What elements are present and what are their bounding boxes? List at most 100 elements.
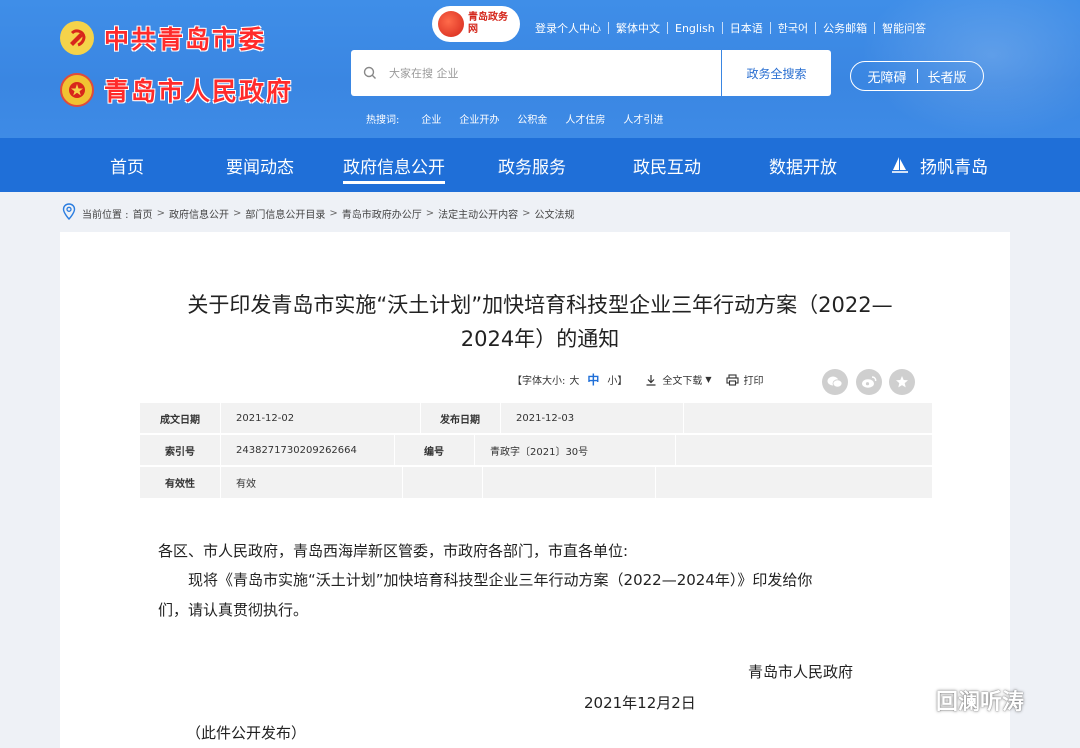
body-paragraph: 现将《青岛市实施“沃土计划”加快培育科技型企业三年行动方案（2022—2024年… bbox=[188, 571, 813, 589]
document-meta-table: 成文日期 2021-12-02 发布日期 2021-12-03 索引号 2438… bbox=[140, 403, 932, 498]
caret-down-icon: ▼ bbox=[705, 375, 712, 384]
wechat-icon bbox=[894, 687, 927, 712]
search-bar: 政务全搜索 bbox=[351, 50, 831, 96]
wechat-watermark: 回澜听涛 bbox=[894, 684, 1024, 716]
download-label: 全文下载 bbox=[662, 376, 703, 387]
national-emblem-icon bbox=[60, 73, 94, 107]
hot-search-words: 热搜词: 企业 企业开办 公积金 人才住房 人才引进 bbox=[366, 111, 681, 126]
barrier-free-button[interactable]: 无障碍 bbox=[867, 67, 906, 86]
print-button[interactable]: 打印 bbox=[725, 372, 764, 387]
font-size-medium[interactable]: 中 bbox=[587, 371, 599, 388]
divider bbox=[402, 467, 403, 498]
divider bbox=[220, 467, 221, 498]
hot-search-label: 热搜词: bbox=[366, 115, 400, 126]
breadcrumb-separator-icon: > bbox=[425, 207, 435, 219]
divider bbox=[916, 69, 918, 83]
divider bbox=[474, 435, 475, 466]
breadcrumb-separator-icon: > bbox=[329, 207, 338, 219]
sign-date: 2021年12月2日 bbox=[584, 694, 696, 712]
divider bbox=[220, 403, 221, 434]
divider bbox=[683, 403, 684, 434]
index-number-value: 2438271730209262664 bbox=[236, 445, 357, 456]
salutation: 各区、市人民政府，青岛西海岸新区管委，市政府各部门，市直各单位: bbox=[158, 542, 629, 560]
publish-date-label: 发布日期 bbox=[440, 415, 480, 426]
font-size-small[interactable]: 小】 bbox=[607, 372, 627, 387]
wechat-share-icon[interactable] bbox=[822, 369, 848, 395]
document-title-line: 2024年）的通知 bbox=[460, 327, 620, 351]
print-icon bbox=[725, 373, 739, 386]
nav-home[interactable]: 首页 bbox=[110, 138, 144, 192]
site-header: 中共青岛市委 青岛市人民政府 青岛政务网 登录个人中心 繁体中文 English… bbox=[0, 0, 1080, 138]
nav-interaction[interactable]: 政民互动 bbox=[633, 138, 701, 192]
party-brand[interactable]: 中共青岛市委 bbox=[60, 20, 266, 56]
elder-mode-button[interactable]: 长者版 bbox=[928, 67, 967, 86]
favorite-star-icon[interactable] bbox=[889, 369, 915, 395]
font-size-large[interactable]: 大 bbox=[569, 372, 579, 387]
top-link-japanese[interactable]: 日本语 bbox=[723, 20, 770, 36]
breadcrumb-item[interactable]: 公文法规 bbox=[535, 206, 575, 221]
nav-open-data[interactable]: 数据开放 bbox=[769, 138, 837, 192]
nav-qingdao-label: 扬帆青岛 bbox=[920, 157, 988, 178]
hot-word[interactable]: 人才引进 bbox=[623, 111, 663, 126]
publication-note: （此件公开发布） bbox=[186, 724, 307, 742]
nav-news[interactable]: 要闻动态 bbox=[226, 138, 294, 192]
validity-label: 有效性 bbox=[165, 479, 195, 490]
download-icon bbox=[646, 374, 656, 386]
breadcrumb-item[interactable]: 首页 bbox=[133, 206, 153, 221]
top-link-english[interactable]: English bbox=[668, 22, 722, 35]
portal-logo[interactable]: 青岛政务网 bbox=[432, 6, 520, 42]
top-link-traditional[interactable]: 繁体中文 bbox=[609, 20, 667, 36]
top-link-mail[interactable]: 公务邮箱 bbox=[816, 20, 874, 36]
breadcrumb-item[interactable]: 政府信息公开 bbox=[169, 206, 229, 221]
breadcrumb-separator-icon: > bbox=[156, 207, 165, 219]
search-button[interactable]: 政务全搜索 bbox=[721, 50, 831, 96]
accessibility-buttons: 无障碍 长者版 bbox=[850, 61, 984, 91]
sail-icon bbox=[890, 155, 910, 175]
hot-word[interactable]: 企业开办 bbox=[459, 111, 499, 126]
gov-name: 青岛市人民政府 bbox=[104, 77, 294, 106]
weibo-share-icon[interactable] bbox=[856, 369, 882, 395]
portal-logo-text: 青岛政务网 bbox=[468, 12, 508, 35]
main-nav: 首页 要闻动态 政府信息公开 政务服务 政民互动 数据开放 扬帆青岛 bbox=[0, 138, 1080, 192]
hot-word[interactable]: 企业 bbox=[421, 111, 441, 126]
breadcrumb-item[interactable]: 部门信息公开目录 bbox=[245, 206, 325, 221]
watermark-text: 回澜听涛 bbox=[936, 690, 1025, 715]
signer: 青岛市人民政府 bbox=[748, 663, 854, 681]
party-name: 中共青岛市委 bbox=[104, 25, 267, 54]
doc-number-label: 编号 bbox=[424, 447, 444, 458]
print-label: 打印 bbox=[743, 376, 764, 387]
divider bbox=[655, 467, 656, 498]
nav-services[interactable]: 政务服务 bbox=[498, 138, 566, 192]
breadcrumb-item[interactable]: 青岛市政府办公厅 bbox=[342, 206, 422, 221]
nav-qingdao[interactable]: 扬帆青岛 bbox=[890, 138, 988, 192]
divider bbox=[220, 435, 221, 466]
document-tools: 【字体大小: 大 中 小】 全文下载 ▼ 打印 bbox=[512, 371, 764, 388]
doc-number-value: 青政字〔2021〕30号 bbox=[490, 447, 589, 458]
breadcrumb-item[interactable]: 法定主动公开内容 bbox=[438, 206, 518, 221]
font-size-label: 【字体大小: bbox=[512, 376, 566, 387]
divider bbox=[675, 435, 676, 466]
publish-date-value: 2021-12-03 bbox=[516, 413, 575, 424]
party-emblem-icon bbox=[60, 21, 94, 55]
document-title-line: 关于印发青岛市实施“沃土计划”加快培育科技型企业三年行动方案（2022— bbox=[187, 293, 893, 317]
divider bbox=[482, 467, 483, 498]
breadcrumb-separator-icon: > bbox=[522, 207, 531, 219]
search-input[interactable] bbox=[389, 66, 721, 80]
portal-logo-icon bbox=[438, 11, 464, 37]
top-link-login[interactable]: 登录个人中心 bbox=[528, 20, 608, 36]
body-paragraph: 们，请认真贯彻执行。 bbox=[158, 601, 309, 619]
breadcrumb-prefix: 当前位置 : bbox=[82, 209, 129, 221]
breadcrumb-separator-icon: > bbox=[232, 207, 242, 219]
document-title: 关于印发青岛市实施“沃土计划”加快培育科技型企业三年行动方案（2022— 202… bbox=[140, 288, 940, 356]
nav-gov-info[interactable]: 政府信息公开 bbox=[343, 138, 445, 192]
divider bbox=[500, 403, 501, 434]
hot-word[interactable]: 公积金 bbox=[517, 111, 547, 126]
government-brand[interactable]: 青岛市人民政府 bbox=[60, 72, 293, 108]
top-link-qa[interactable]: 智能问答 bbox=[875, 20, 933, 36]
breadcrumb: 当前位置 : 首页 > 政府信息公开 > 部门信息公开目录 > 青岛市政府办公厅… bbox=[62, 203, 575, 223]
top-link-korean[interactable]: 한국어 bbox=[771, 20, 815, 36]
written-date-value: 2021-12-02 bbox=[236, 413, 295, 424]
hot-word[interactable]: 人才住房 bbox=[565, 111, 605, 126]
search-icon bbox=[351, 66, 389, 80]
download-button[interactable]: 全文下载 ▼ bbox=[645, 372, 712, 387]
